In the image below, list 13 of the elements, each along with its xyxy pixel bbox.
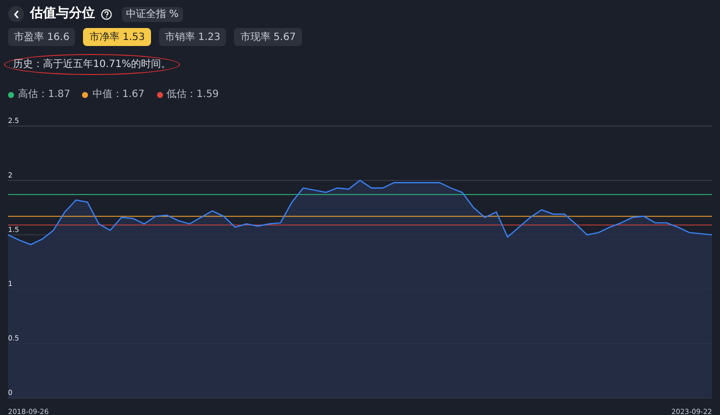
back-icon: [12, 10, 20, 18]
tab[interactable]: 市现率 5.67: [234, 28, 302, 46]
history-text: 历史：高于近五年10.71%的时间。: [4, 54, 180, 75]
tab[interactable]: 市盈率 16.6: [8, 28, 76, 46]
back-button[interactable]: [8, 6, 24, 22]
index-badge[interactable]: 中证全指 %: [122, 6, 183, 22]
tab[interactable]: 市销率 1.23: [158, 28, 226, 46]
page-title: 估值与分位: [30, 5, 95, 24]
legend-label: 低估：1.59: [166, 88, 219, 102]
help-icon[interactable]: [101, 8, 112, 20]
tab[interactable]: 市净率 1.53: [83, 28, 151, 46]
legend-label: 中值：1.67: [92, 88, 145, 102]
legend-label: 高估：1.87: [18, 88, 70, 102]
